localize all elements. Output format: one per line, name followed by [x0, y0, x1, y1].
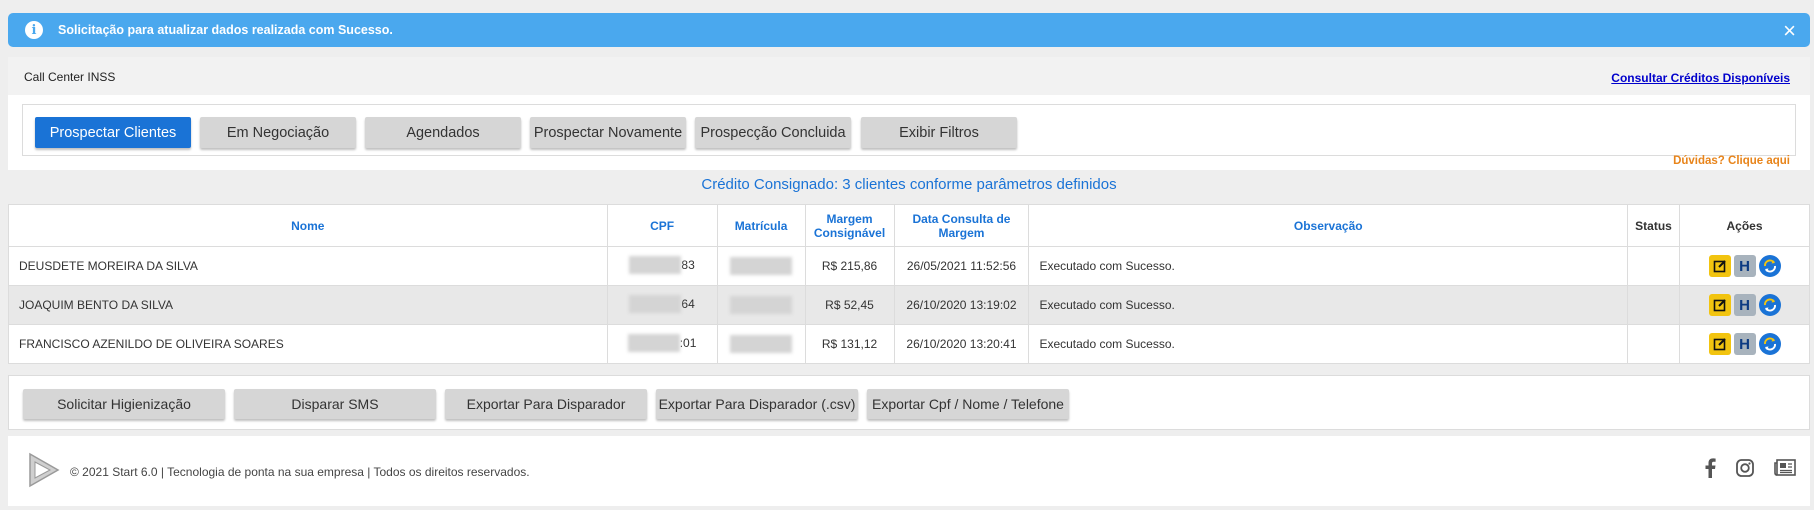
tab-bar: Prospectar Clientes Em Negociação Agenda… [22, 104, 1796, 156]
cell-cpf: :01 [606, 324, 718, 364]
cell-status [1627, 285, 1680, 325]
cell-cpf: 83 [606, 246, 718, 286]
consultar-creditos-link[interactable]: Consultar Créditos Disponíveis [1611, 71, 1790, 85]
cell-status [1627, 324, 1680, 364]
cpf-suffix: :01 [679, 335, 697, 350]
exportar-cpf-nome-telefone-button[interactable]: Exportar Cpf / Nome / Telefone [867, 389, 1069, 419]
tab-prospectar-novamente[interactable]: Prospectar Novamente [530, 117, 686, 148]
edit-icon[interactable] [1708, 255, 1731, 277]
cell-nome: JOAQUIM BENTO DA SILVA [8, 285, 608, 325]
redacted-cpf [627, 333, 680, 352]
table-row: FRANCISCO AZENILDO DE OLIVEIRA SOARES :0… [8, 324, 1810, 364]
cell-nome: DEUSDETE MOREIRA DA SILVA [8, 246, 608, 286]
redacted-cpf [629, 255, 682, 274]
cell-acoes: H [1679, 285, 1810, 325]
results-summary: Crédito Consignado: 3 clientes conforme … [701, 176, 1117, 193]
cell-data: 26/10/2020 13:20:41 [893, 324, 1030, 364]
edit-icon[interactable] [1708, 333, 1731, 355]
redacted-matricula [730, 296, 793, 314]
cell-acoes: H [1679, 246, 1810, 286]
cell-data: 26/05/2021 11:52:56 [893, 246, 1030, 286]
cell-data: 26/10/2020 13:19:02 [893, 285, 1030, 325]
table-header-row: Nome CPF Matrícula Margem Consignável Da… [8, 204, 1810, 247]
success-alert: i Solicitação para atualizar dados reali… [8, 13, 1810, 47]
disparar-sms-button[interactable]: Disparar SMS [234, 389, 436, 419]
cell-cpf: 64 [606, 285, 718, 325]
col-observacao[interactable]: Observação [1028, 204, 1629, 247]
start-logo-icon [26, 451, 62, 494]
cell-observacao: Executado com Sucesso. [1028, 246, 1629, 286]
table-row: DEUSDETE MOREIRA DA SILVA 83 R$ 215,86 2… [8, 246, 1810, 286]
history-icon[interactable]: H [1733, 333, 1756, 355]
cell-margem: R$ 52,45 [804, 285, 895, 325]
col-margem[interactable]: Margem Consignável [804, 204, 895, 247]
cpf-suffix: 83 [681, 257, 695, 272]
redacted-matricula [730, 257, 793, 275]
info-icon: i [25, 21, 43, 39]
page-header: Call Center INSS Consultar Créditos Disp… [8, 57, 1810, 95]
cell-margem: R$ 215,86 [804, 246, 895, 286]
cell-matricula [716, 324, 806, 364]
tab-exibir-filtros[interactable]: Exibir Filtros [861, 117, 1017, 148]
exportar-disparador-csv-button[interactable]: Exportar Para Disparador (.csv) [656, 389, 858, 419]
cell-nome: FRANCISCO AZENILDO DE OLIVEIRA SOARES [8, 324, 608, 364]
cpf-suffix: 64 [681, 296, 695, 311]
tab-em-negociacao[interactable]: Em Negociação [200, 117, 356, 148]
help-link[interactable]: Dúvidas? Clique aqui [1673, 155, 1790, 167]
solicitar-higienizacao-button[interactable]: Solicitar Higienização [23, 389, 225, 419]
cell-matricula [716, 246, 806, 286]
cell-status [1627, 246, 1680, 286]
tabs-panel: Prospectar Clientes Em Negociação Agenda… [8, 95, 1810, 170]
history-icon[interactable]: H [1733, 294, 1756, 316]
footer: © 2021 Start 6.0 | Tecnologia de ponta n… [8, 436, 1810, 506]
refresh-icon[interactable] [1758, 333, 1781, 355]
col-status: Status [1627, 204, 1680, 247]
refresh-icon[interactable] [1758, 294, 1781, 316]
cell-acoes: H [1679, 324, 1810, 364]
instagram-icon[interactable] [1736, 459, 1754, 477]
refresh-icon[interactable] [1758, 255, 1781, 277]
edit-icon[interactable] [1708, 294, 1731, 316]
news-icon[interactable] [1774, 459, 1796, 477]
cell-observacao: Executado com Sucesso. [1028, 285, 1629, 325]
page-title: Call Center INSS [24, 70, 116, 84]
facebook-icon[interactable] [1704, 458, 1716, 478]
copyright-text: © 2021 Start 6.0 | Tecnologia de ponta n… [70, 465, 530, 479]
col-nome[interactable]: Nome [8, 204, 608, 247]
clients-table: Nome CPF Matrícula Margem Consignável Da… [8, 204, 1810, 364]
social-links [1704, 458, 1796, 478]
history-icon[interactable]: H [1733, 255, 1756, 277]
bulk-actions-panel: Solicitar Higienização Disparar SMS Expo… [8, 375, 1810, 430]
exportar-disparador-button[interactable]: Exportar Para Disparador [445, 389, 647, 419]
cell-matricula [716, 285, 806, 325]
col-matricula[interactable]: Matrícula [716, 204, 806, 247]
cell-observacao: Executado com Sucesso. [1028, 324, 1629, 364]
tab-prospeccao-concluida[interactable]: Prospecção Concluida [695, 117, 851, 148]
alert-message: Solicitação para atualizar dados realiza… [58, 23, 393, 37]
col-data-consulta[interactable]: Data Consulta de Margem [893, 204, 1030, 247]
redacted-matricula [730, 335, 793, 353]
cell-margem: R$ 131,12 [804, 324, 895, 364]
col-cpf[interactable]: CPF [606, 204, 718, 247]
table-row: JOAQUIM BENTO DA SILVA 64 R$ 52,45 26/10… [8, 285, 1810, 325]
close-icon[interactable]: × [1783, 18, 1796, 44]
tab-prospectar-clientes[interactable]: Prospectar Clientes [35, 117, 191, 148]
tab-agendados[interactable]: Agendados [365, 117, 521, 148]
col-acoes: Ações [1679, 204, 1810, 247]
redacted-cpf [629, 294, 682, 313]
